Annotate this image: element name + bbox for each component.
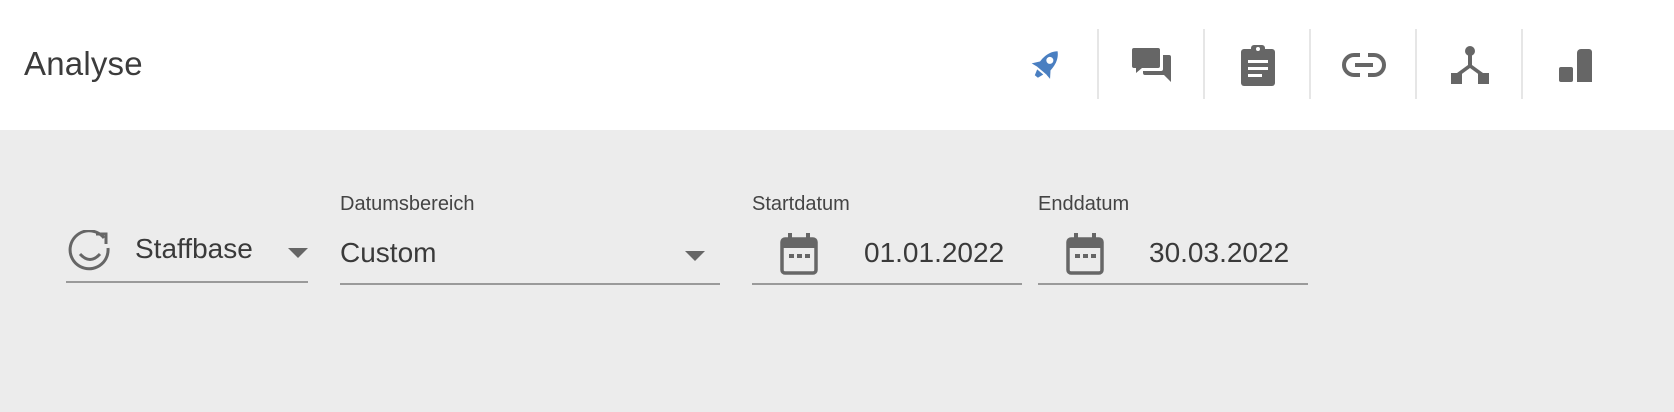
nav-hierarchy[interactable]: [1417, 0, 1523, 130]
rocket-icon: [1031, 51, 1058, 79]
chat-icon: [1132, 48, 1171, 82]
date-range-value: Custom: [340, 237, 437, 268]
calendar-icon: [780, 233, 818, 275]
date-range-label: Datumsbereich: [340, 193, 475, 215]
calendar-icon: [1066, 233, 1104, 275]
header-bar: Analyse: [0, 0, 1674, 130]
space-select[interactable]: Staffbase: [66, 223, 308, 283]
chevron-down-icon: [288, 248, 308, 258]
page-title: Analyse: [24, 45, 143, 82]
end-date-field[interactable]: 30.03.2022: [1038, 223, 1308, 285]
filter-bar: Staffbase Datumsbereich Custom Startdatu…: [0, 130, 1674, 412]
start-date-value: 01.01.2022: [864, 237, 1005, 268]
start-date-field[interactable]: 01.01.2022: [752, 223, 1022, 285]
staffbase-logo-icon: [68, 230, 110, 271]
nav-bar-chart[interactable]: [1523, 0, 1629, 130]
chevron-down-icon: [685, 251, 705, 261]
clipboard-icon: [1241, 45, 1275, 86]
end-date-value: 30.03.2022: [1149, 237, 1290, 268]
link-icon: [1342, 53, 1386, 77]
nav-link[interactable]: [1311, 0, 1417, 130]
hierarchy-icon: [1451, 46, 1489, 84]
nav-chat[interactable]: [1099, 0, 1205, 130]
bar-chart-icon: [1559, 49, 1592, 82]
end-date-label: Enddatum: [1038, 193, 1130, 215]
nav-clipboard[interactable]: [1205, 0, 1311, 130]
space-value: Staffbase: [135, 233, 253, 264]
start-date-label: Startdatum: [752, 193, 850, 215]
date-range-select[interactable]: Custom: [340, 223, 720, 285]
analytics-nav: [993, 0, 1629, 130]
nav-rocket[interactable]: [993, 0, 1099, 130]
